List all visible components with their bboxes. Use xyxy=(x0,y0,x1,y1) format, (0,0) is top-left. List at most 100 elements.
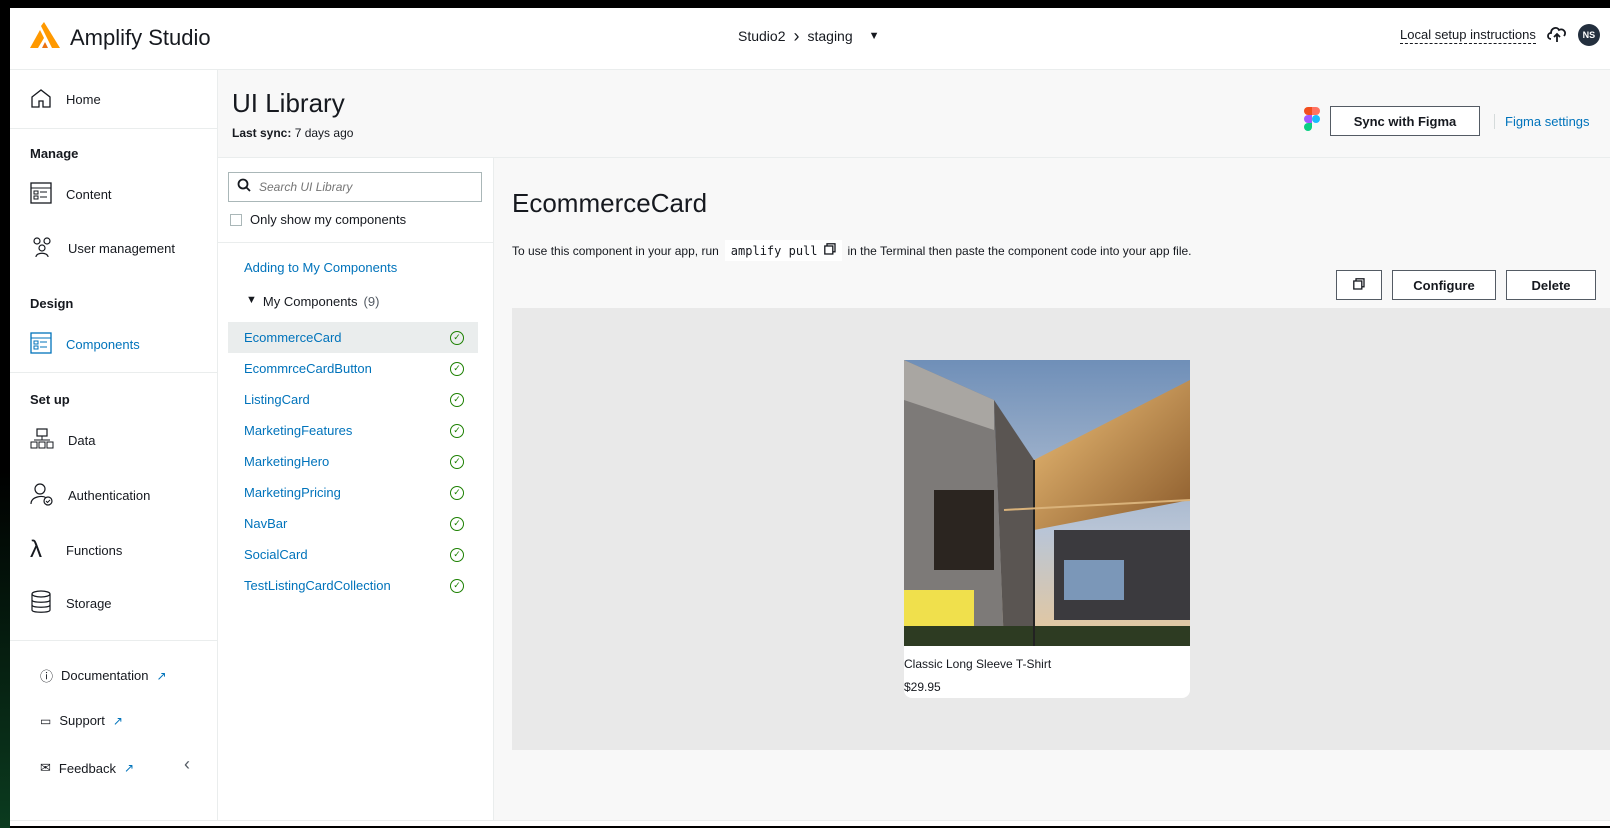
section-design: Design xyxy=(30,296,74,311)
documentation-link[interactable]: ⓘ Documentation ↗ xyxy=(40,666,167,685)
component-name: TestListingCardCollection xyxy=(244,578,391,593)
sidebar-item-content[interactable]: Content xyxy=(30,182,112,207)
copy-icon xyxy=(1353,277,1365,293)
search-box[interactable] xyxy=(228,172,482,202)
check-circle-icon: ✓ xyxy=(450,361,464,376)
support-link[interactable]: ▭ Support ↗ xyxy=(40,713,123,728)
component-list-item[interactable]: SocialCard ✓ xyxy=(228,539,478,570)
support-chat-icon: ▭ xyxy=(40,713,52,728)
sidebar-divider xyxy=(10,128,218,129)
caret-down-icon: ▼ xyxy=(868,30,880,42)
component-list: EcommerceCard ✓ EcommrceCardButton ✓ Listing… xyxy=(228,322,478,601)
sidebar-item-label: Home xyxy=(66,92,101,107)
ui-library-panel: Only show my components Adding to My Com… xyxy=(218,158,494,826)
sidebar-item-label: Authentication xyxy=(68,488,151,503)
sidebar-item-label: Functions xyxy=(66,542,123,558)
top-right-actions: Local setup instructions NS xyxy=(1400,24,1600,46)
sidebar-item-label: Components xyxy=(66,337,140,352)
project-name: Studio2 xyxy=(738,28,786,44)
component-list-item[interactable]: EcommerceCard ✓ xyxy=(228,322,478,353)
only-mine-filter[interactable]: Only show my components xyxy=(230,212,406,227)
check-circle-icon: ✓ xyxy=(450,547,464,562)
last-sync-label: Last sync: xyxy=(232,126,292,140)
component-list-item[interactable]: NavBar ✓ xyxy=(228,508,478,539)
external-link-icon: ↗ xyxy=(124,761,135,775)
last-sync: Last sync: 7 days ago xyxy=(232,126,353,140)
my-components-count: (9) xyxy=(363,294,380,309)
sync-with-figma-button[interactable]: Sync with Figma xyxy=(1330,106,1480,136)
documentation-label: Documentation xyxy=(61,668,149,683)
app-window: Amplify Studio Studio2 › staging ▼ Local… xyxy=(10,8,1610,826)
local-setup-link[interactable]: Local setup instructions xyxy=(1400,27,1536,44)
feedback-label: Feedback xyxy=(58,760,116,776)
my-components-group-toggle[interactable]: ▼ My Components (9) xyxy=(246,294,379,309)
cloud-upload-icon[interactable] xyxy=(1546,25,1568,46)
storage-database-icon xyxy=(30,590,52,617)
home-icon xyxy=(30,88,52,111)
sidebar-item-storage[interactable]: Storage xyxy=(30,590,112,617)
usage-description: To use this component in your app, run a… xyxy=(512,240,1192,261)
sidebar-item-label: User management xyxy=(68,241,175,256)
component-detail: EcommerceCard To use this component in y… xyxy=(494,158,1610,826)
only-mine-checkbox[interactable] xyxy=(230,213,242,226)
check-circle-icon: ✓ xyxy=(450,485,464,500)
branch-name: staging xyxy=(807,28,853,44)
component-list-item[interactable]: MarketingFeatures ✓ xyxy=(228,415,478,446)
adding-to-my-components-link[interactable]: Adding to My Components xyxy=(244,260,397,275)
sidebar-item-authentication[interactable]: Authentication xyxy=(30,482,150,509)
configure-button[interactable]: Configure xyxy=(1392,270,1496,300)
sidebar-item-label: Storage xyxy=(66,596,112,611)
external-link-icon: ↗ xyxy=(156,668,167,683)
content-icon xyxy=(30,182,52,207)
collapse-sidebar-icon[interactable]: ‹ xyxy=(184,754,190,775)
check-circle-icon: ✓ xyxy=(450,392,464,407)
top-bar: Amplify Studio Studio2 › staging ▼ Local… xyxy=(10,8,1610,70)
component-list-item[interactable]: ListingCard ✓ xyxy=(228,384,478,415)
sidebar-item-label: Content xyxy=(66,187,112,202)
copy-icon[interactable] xyxy=(823,243,836,258)
feedback-link[interactable]: ✉ Feedback ↗ xyxy=(40,760,134,776)
app-name: Amplify Studio xyxy=(70,24,211,50)
lambda-icon: λ xyxy=(30,536,42,563)
copy-code-button[interactable] xyxy=(1336,270,1382,300)
sidebar-item-functions[interactable]: λ Functions xyxy=(30,536,122,564)
auth-user-icon xyxy=(30,482,54,509)
desc-after: in the Terminal then paste the component… xyxy=(847,243,1192,258)
desc-before: To use this component in your app, run xyxy=(512,243,719,258)
check-circle-icon: ✓ xyxy=(450,454,464,469)
component-name: EcommerceCard xyxy=(244,330,342,345)
only-mine-label: Only show my components xyxy=(250,212,407,227)
sidebar-item-components[interactable]: Components xyxy=(30,332,140,357)
sidebar-item-home[interactable]: Home xyxy=(30,88,101,111)
component-title: EcommerceCard xyxy=(512,188,708,218)
component-list-item[interactable]: MarketingPricing ✓ xyxy=(228,477,478,508)
last-sync-value: 7 days ago xyxy=(294,126,354,140)
my-components-label: My Components xyxy=(262,294,358,309)
chevron-right-icon: › xyxy=(793,26,800,46)
component-list-item[interactable]: TestListingCardCollection ✓ xyxy=(228,570,478,601)
ecommerce-card-preview[interactable]: Classic Long Sleeve T-Shirt $29.95 xyxy=(904,360,1190,698)
search-input[interactable] xyxy=(259,180,459,194)
bottom-bar xyxy=(10,820,1610,826)
figma-settings-link[interactable]: Figma settings xyxy=(1494,114,1590,129)
sidebar: Home Manage Content User management Desi… xyxy=(10,70,218,826)
delete-button[interactable]: Delete xyxy=(1506,270,1596,300)
check-circle-icon: ✓ xyxy=(450,423,464,438)
environment-selector[interactable]: Studio2 › staging ▼ xyxy=(738,26,880,46)
component-list-item[interactable]: MarketingHero ✓ xyxy=(228,446,478,477)
check-circle-icon: ✓ xyxy=(450,330,464,345)
sidebar-item-user-management[interactable]: User management xyxy=(30,236,175,261)
command-text: amplify pull xyxy=(730,243,818,258)
support-label: Support xyxy=(59,713,105,728)
window-edge xyxy=(0,470,10,828)
figma-icon xyxy=(1304,106,1320,137)
component-name: NavBar xyxy=(244,516,288,531)
component-name: EcommrceCardButton xyxy=(244,361,372,376)
user-avatar[interactable]: NS xyxy=(1577,24,1600,46)
brand[interactable]: Amplify Studio xyxy=(30,22,211,53)
check-circle-icon: ✓ xyxy=(450,578,464,593)
page-header: UI Library Last sync: 7 days ago Sync wi… xyxy=(218,70,1610,158)
sidebar-item-data[interactable]: Data xyxy=(30,428,95,453)
component-actions: Configure Delete xyxy=(1336,270,1596,300)
component-list-item[interactable]: EcommrceCardButton ✓ xyxy=(228,353,478,384)
